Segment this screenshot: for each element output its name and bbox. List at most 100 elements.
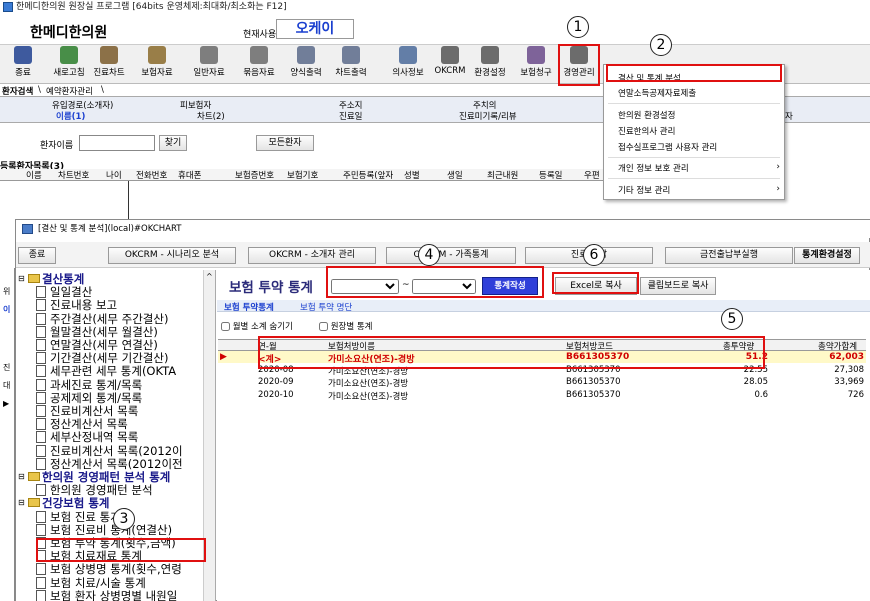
header: [0, 14, 870, 44]
per-director-checkbox[interactable]: [319, 322, 328, 331]
registered-col-9[interactable]: 생일: [447, 169, 463, 181]
chart-print-icon: [342, 46, 360, 64]
registered-col-10[interactable]: 최근내원: [487, 169, 518, 181]
crm-scenario-button[interactable]: OKCRM - 시나리오 분석: [108, 247, 236, 264]
toolbar-button-0[interactable]: 종료: [4, 46, 42, 84]
registered-col-11[interactable]: 등록일: [539, 169, 562, 181]
all-patients-button[interactable]: 모든환자: [256, 135, 314, 151]
toolbar-button-label: 보험자료: [141, 68, 173, 78]
cell-total: 726: [847, 389, 864, 400]
scroll-up-icon[interactable]: ^: [206, 272, 213, 281]
hide-monthly-subtotal-option[interactable]: 월별 소계 숨기기: [221, 320, 293, 332]
menu-item-2[interactable]: 한의원 환경설정: [618, 109, 778, 121]
current-user[interactable]: 오케이: [276, 19, 354, 39]
header-visit-date[interactable]: 진료일: [339, 110, 362, 122]
cashbook-button[interactable]: 금전출납부실행: [665, 247, 793, 264]
hide-monthly-subtotal-checkbox[interactable]: [221, 322, 230, 331]
tab-patient-search[interactable]: 환자검색: [2, 85, 33, 97]
cell-total: 33,969: [834, 377, 864, 387]
insurance-icon: [148, 46, 166, 64]
header-chart[interactable]: 차트(2): [197, 110, 225, 122]
menu-item-3[interactable]: 진료한의사 관리: [618, 125, 778, 137]
collapse-icon[interactable]: ⊟: [18, 498, 25, 507]
row-pointer-icon: ▶: [220, 352, 227, 362]
header-unrecorded[interactable]: 진료미기록/리뷰: [459, 110, 517, 122]
table-row[interactable]: 2020-10 가미소요산(연조)-경방 B661305370 0.6 726: [218, 389, 866, 402]
toolbar-button-label: 종료: [15, 68, 31, 78]
toolbar-button-8[interactable]: 의사정보: [389, 46, 427, 84]
toolbar-button-2[interactable]: 진료차트: [90, 46, 128, 84]
submenu-arrow-icon: ›: [776, 162, 780, 172]
toolbar-button-6[interactable]: 양식출력: [287, 46, 325, 84]
toolbar-button-label: 환경설정: [474, 68, 506, 78]
registered-col-0[interactable]: 이름: [26, 169, 42, 181]
stats-settings-button[interactable]: 통계환경설정: [794, 247, 860, 264]
submenu-arrow-icon: ›: [776, 184, 780, 194]
toolbar-button-9[interactable]: OKCRM: [431, 46, 469, 84]
stats-exit-button[interactable]: 종료: [18, 247, 56, 264]
find-button[interactable]: 찾기: [159, 135, 187, 151]
annotation-2: 2: [650, 34, 672, 56]
document-icon: [36, 523, 46, 536]
subtab-dosage-list[interactable]: 보험 투약 명단: [300, 301, 352, 313]
table-row[interactable]: 2020-09 가미소요산(연조)-경방 B661305370 28.05 33,969: [218, 376, 866, 389]
stats-toolbar: 종료 OKCRM - 시나리오 분석 OKCRM - 소개자 관리 OKCRM …: [16, 242, 870, 268]
toolbar-button-5[interactable]: 묶음자료: [240, 46, 278, 84]
tree-item[interactable]: 보험 환자 상병명별 내원일: [50, 588, 177, 601]
registered-col-4[interactable]: 휴대폰: [178, 169, 201, 181]
menu-item-1[interactable]: 연말소득공제자료제출: [618, 87, 778, 99]
menu-separator: [608, 178, 780, 179]
header-name[interactable]: 이름(1): [56, 110, 85, 122]
collapse-icon[interactable]: ⊟: [18, 274, 25, 283]
cell-total: 62,003: [829, 352, 864, 362]
registered-col-1[interactable]: 차트번호: [58, 169, 89, 181]
document-icon: [36, 418, 46, 431]
cell-name: 가미소요산(연조)-경방: [328, 391, 409, 402]
document-icon: [36, 391, 46, 404]
registered-col-3[interactable]: 전화번호: [136, 169, 167, 181]
registered-col-6[interactable]: 보험기호: [287, 169, 318, 181]
header-extra[interactable]: 자: [785, 110, 793, 122]
patient-name-label: 환자이름: [40, 141, 74, 151]
toolbar-button-10[interactable]: 환경설정: [471, 46, 509, 84]
app-icon: [3, 2, 13, 12]
document-icon: [36, 378, 46, 391]
per-director-option[interactable]: 원장별 통계: [319, 320, 373, 332]
toolbar-button-3[interactable]: 보험자료: [138, 46, 176, 84]
registered-col-12[interactable]: 우편: [584, 169, 600, 181]
document-icon: [36, 431, 46, 444]
tab-reservation[interactable]: 예약환자관리: [46, 85, 93, 97]
toolbar-button-4[interactable]: 일반자료: [190, 46, 228, 84]
toolbar-button-label: 새로고침: [53, 68, 85, 78]
toolbar-button-1[interactable]: 새로고침: [50, 46, 88, 84]
stats-window-title-bar: [결산 및 통계 분석](local)#OKCHART: [16, 220, 870, 238]
menu-item-5[interactable]: 개인 정보 보호 관리 ›: [618, 162, 780, 174]
registered-col-5[interactable]: 보험증번호: [235, 169, 274, 181]
registered-col-2[interactable]: 나이: [106, 169, 122, 181]
menu-item-4[interactable]: 접수실프로그램 사용자 관리: [618, 141, 778, 153]
document-icon: [36, 405, 46, 417]
crm-family-button[interactable]: OKCRM - 가족통계: [386, 247, 516, 264]
toolbar-button-label: 진료차트: [93, 68, 125, 78]
window-title-bar: 한메디한의원 원장실 프로그램 [64bits 운영체제:최대화/최소화는 F1…: [0, 0, 870, 14]
registered-col-7[interactable]: 주민등록(앞자: [343, 169, 393, 181]
document-icon: [36, 299, 46, 312]
document-icon: [36, 286, 46, 299]
menu-separator: [608, 103, 780, 104]
cell-total: 27,308: [834, 364, 864, 375]
document-icon: [36, 563, 46, 576]
registered-col-8[interactable]: 성별: [404, 169, 420, 181]
crm-referral-button[interactable]: OKCRM - 소개자 관리: [248, 247, 376, 264]
toolbar-button-11[interactable]: 보험청구: [517, 46, 555, 84]
copy-to-clipboard-button[interactable]: 클립보드로 복사: [640, 277, 716, 295]
main-window-edge: 위 이 진 대 ▶: [0, 268, 15, 601]
document-icon: [36, 325, 46, 338]
form-print-icon: [297, 46, 315, 64]
document-icon: [36, 365, 46, 378]
toolbar-button-7[interactable]: 차트출력: [332, 46, 370, 84]
menu-item-6[interactable]: 기타 정보 관리 ›: [618, 184, 780, 196]
subtab-dosage-stats[interactable]: 보험 투약통계: [224, 301, 274, 313]
collapse-icon[interactable]: ⊟: [18, 472, 25, 481]
patient-name-input[interactable]: [79, 135, 155, 151]
window-title: 한메디한의원 원장실 프로그램 [64bits 운영체제:최대화/최소화는 F1…: [16, 2, 287, 12]
